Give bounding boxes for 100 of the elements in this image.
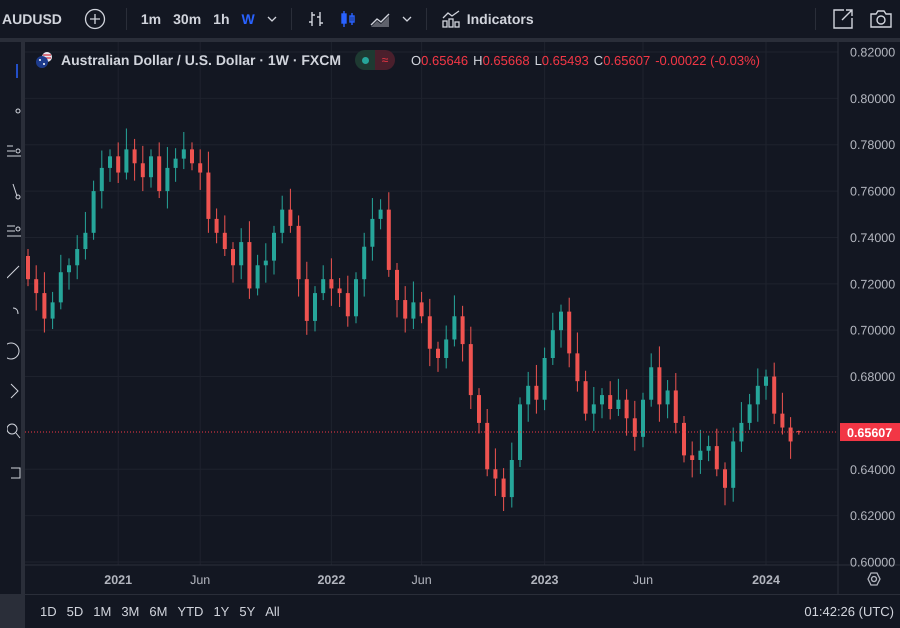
price-label: 0.78000 — [850, 138, 896, 152]
candle — [174, 148, 178, 182]
interval-button[interactable]: 1m — [134, 7, 168, 31]
date-label: 2024 — [752, 573, 780, 587]
candle — [485, 408, 490, 477]
candle — [493, 448, 498, 496]
indicators-button[interactable]: Indicators — [434, 5, 540, 33]
symbol-name[interactable]: AUDUSD — [2, 11, 62, 27]
last-price-tag: 0.65607 — [840, 423, 900, 442]
range-button[interactable]: 5D — [62, 602, 88, 621]
price-label: 0.72000 — [850, 277, 896, 292]
candle — [666, 380, 670, 419]
candle — [378, 198, 383, 230]
candle — [165, 146, 170, 209]
external-link-icon[interactable] — [832, 8, 854, 30]
range-button[interactable]: 1M — [88, 602, 116, 621]
chevron-down-icon[interactable] — [266, 15, 277, 23]
candle — [682, 415, 686, 463]
candle — [370, 198, 374, 262]
candle — [231, 242, 235, 284]
add-icon[interactable] — [84, 8, 106, 30]
candle — [756, 368, 760, 422]
candle — [256, 254, 260, 296]
range-button[interactable]: 3M — [116, 602, 144, 621]
camera-icon[interactable] — [870, 8, 892, 30]
candle — [502, 468, 506, 512]
candle — [723, 462, 727, 506]
settings-icon[interactable] — [867, 572, 881, 586]
candle — [239, 228, 244, 280]
interval-button[interactable]: 1h — [207, 7, 236, 31]
ohlc-value: L0.65493 — [534, 52, 589, 68]
candle — [460, 305, 465, 362]
date-label: Jun — [412, 573, 432, 587]
candle — [649, 352, 654, 408]
candle — [124, 128, 128, 180]
zoom-icon[interactable] — [7, 422, 21, 440]
candle — [788, 416, 793, 460]
candle — [420, 291, 424, 324]
candle — [140, 145, 145, 192]
interval-button[interactable]: 30m — [167, 7, 208, 31]
candle — [92, 180, 96, 240]
candle — [748, 393, 752, 430]
candle — [272, 225, 276, 276]
candle — [584, 370, 588, 422]
candle — [624, 388, 629, 436]
range-button[interactable]: 1D — [35, 602, 62, 621]
price-label: 0.62000 — [850, 509, 896, 524]
candle — [83, 211, 88, 260]
chevron-down-icon[interactable] — [402, 15, 412, 23]
candle — [346, 275, 350, 328]
price-label: 0.64000 — [850, 462, 896, 477]
candle — [542, 347, 547, 411]
candle — [182, 131, 186, 170]
candle — [149, 148, 153, 188]
candle — [559, 304, 563, 348]
candle — [796, 430, 801, 436]
indicators-icon — [440, 9, 461, 29]
candle — [608, 380, 612, 420]
candle — [739, 402, 744, 452]
candle — [698, 429, 702, 474]
candle — [428, 298, 432, 367]
candle — [444, 325, 448, 369]
candle — [550, 312, 555, 366]
candle — [632, 400, 637, 452]
price-label: 0.76000 — [850, 184, 896, 199]
candle — [157, 142, 162, 199]
flag-icon — [35, 51, 53, 69]
candle — [510, 442, 514, 508]
range-button[interactable]: All — [260, 602, 285, 621]
range-button[interactable]: 5Y — [234, 602, 260, 621]
date-label: Jun — [632, 573, 654, 587]
ohlc-value: C0.65607 — [594, 52, 650, 68]
candle — [452, 294, 456, 347]
range-button[interactable]: YTD — [172, 602, 208, 621]
candle — [26, 248, 30, 287]
candle — [436, 341, 440, 372]
ref-line-label: 0.65607 — [847, 426, 892, 440]
interval-button[interactable]: W — [236, 7, 261, 31]
candle — [280, 195, 284, 244]
candle — [714, 428, 719, 477]
candle — [354, 272, 358, 324]
candle — [116, 142, 120, 184]
candle — [764, 369, 768, 400]
price-label: 0.82000 — [850, 46, 896, 60]
price-label: 0.80000 — [850, 92, 896, 106]
candle — [58, 254, 63, 310]
candle — [108, 148, 112, 182]
candle — [321, 264, 326, 301]
candle — [592, 386, 596, 432]
candle — [75, 234, 80, 280]
date-label: 2021 — [104, 573, 132, 587]
candle — [641, 392, 645, 448]
candle — [34, 264, 38, 311]
date-label: 2023 — [530, 573, 558, 587]
range-button[interactable]: 6M — [144, 602, 172, 621]
clock: 01:42:26 (UTC) — [804, 604, 894, 619]
range-button[interactable]: 1Y — [208, 602, 234, 621]
candle — [534, 364, 538, 414]
candle — [288, 188, 292, 234]
candle — [329, 258, 334, 306]
